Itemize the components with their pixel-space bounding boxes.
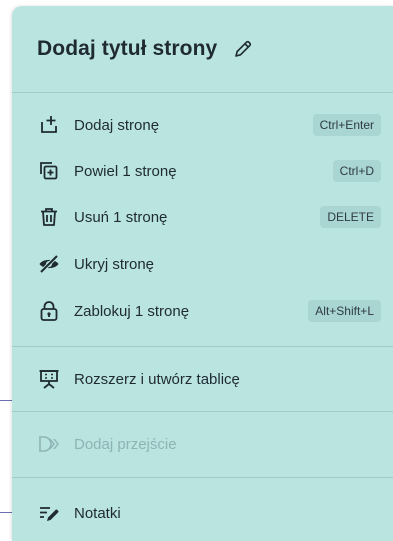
- menu-item-label: Ukryj stronę: [74, 255, 155, 273]
- shortcut-badge: Ctrl+D: [332, 160, 381, 182]
- page-context-menu: Dodaj tytuł strony Dodaj stronę Ctrl+Ent…: [12, 6, 393, 541]
- menu-item-label: Zablokuj 1 stronę: [74, 302, 190, 320]
- menu-item-label: Dodaj stronę: [74, 116, 160, 134]
- pencil-icon[interactable]: [233, 39, 253, 59]
- menu-item-delete-page[interactable]: Usuń 1 stronę DELETE: [12, 195, 393, 239]
- menu-item-label: Powiel 1 stronę: [74, 162, 177, 180]
- shortcut-badge: Alt+Shift+L: [308, 300, 381, 322]
- notes-icon: [38, 502, 60, 524]
- presentation-board-icon: [38, 368, 60, 390]
- transition-icon: [38, 433, 60, 455]
- menu-item-label: Notatki: [74, 504, 121, 522]
- menu-item-notes[interactable]: Notatki: [12, 491, 393, 535]
- eye-off-icon: [38, 253, 60, 275]
- menu-item-lock-page[interactable]: Zablokuj 1 stronę Alt+Shift+L: [12, 289, 393, 333]
- lock-icon: [38, 300, 60, 322]
- add-page-icon: [38, 114, 60, 136]
- shortcut-badge: Ctrl+Enter: [312, 114, 381, 136]
- divider: [12, 92, 393, 93]
- page-title[interactable]: Dodaj tytuł strony: [37, 37, 217, 61]
- divider: [12, 477, 393, 478]
- page-title-header[interactable]: Dodaj tytuł strony: [12, 6, 393, 92]
- menu-item-label: Usuń 1 stronę: [74, 208, 168, 226]
- menu-item-add-page[interactable]: Dodaj stronę Ctrl+Enter: [12, 103, 393, 147]
- divider: [12, 411, 393, 412]
- menu-item-label: Dodaj przejście: [74, 435, 177, 453]
- shortcut-badge: DELETE: [320, 206, 381, 228]
- divider: [12, 346, 393, 347]
- trash-icon: [38, 206, 60, 228]
- menu-item-label: Rozszerz i utwórz tablicę: [74, 370, 240, 388]
- menu-item-duplicate-page[interactable]: Powiel 1 stronę Ctrl+D: [12, 149, 393, 193]
- menu-item-add-transition: Dodaj przejście: [12, 422, 393, 466]
- menu-item-hide-page[interactable]: Ukryj stronę: [12, 242, 393, 286]
- duplicate-page-icon: [38, 160, 60, 182]
- menu-item-expand-whiteboard[interactable]: Rozszerz i utwórz tablicę: [12, 357, 393, 401]
